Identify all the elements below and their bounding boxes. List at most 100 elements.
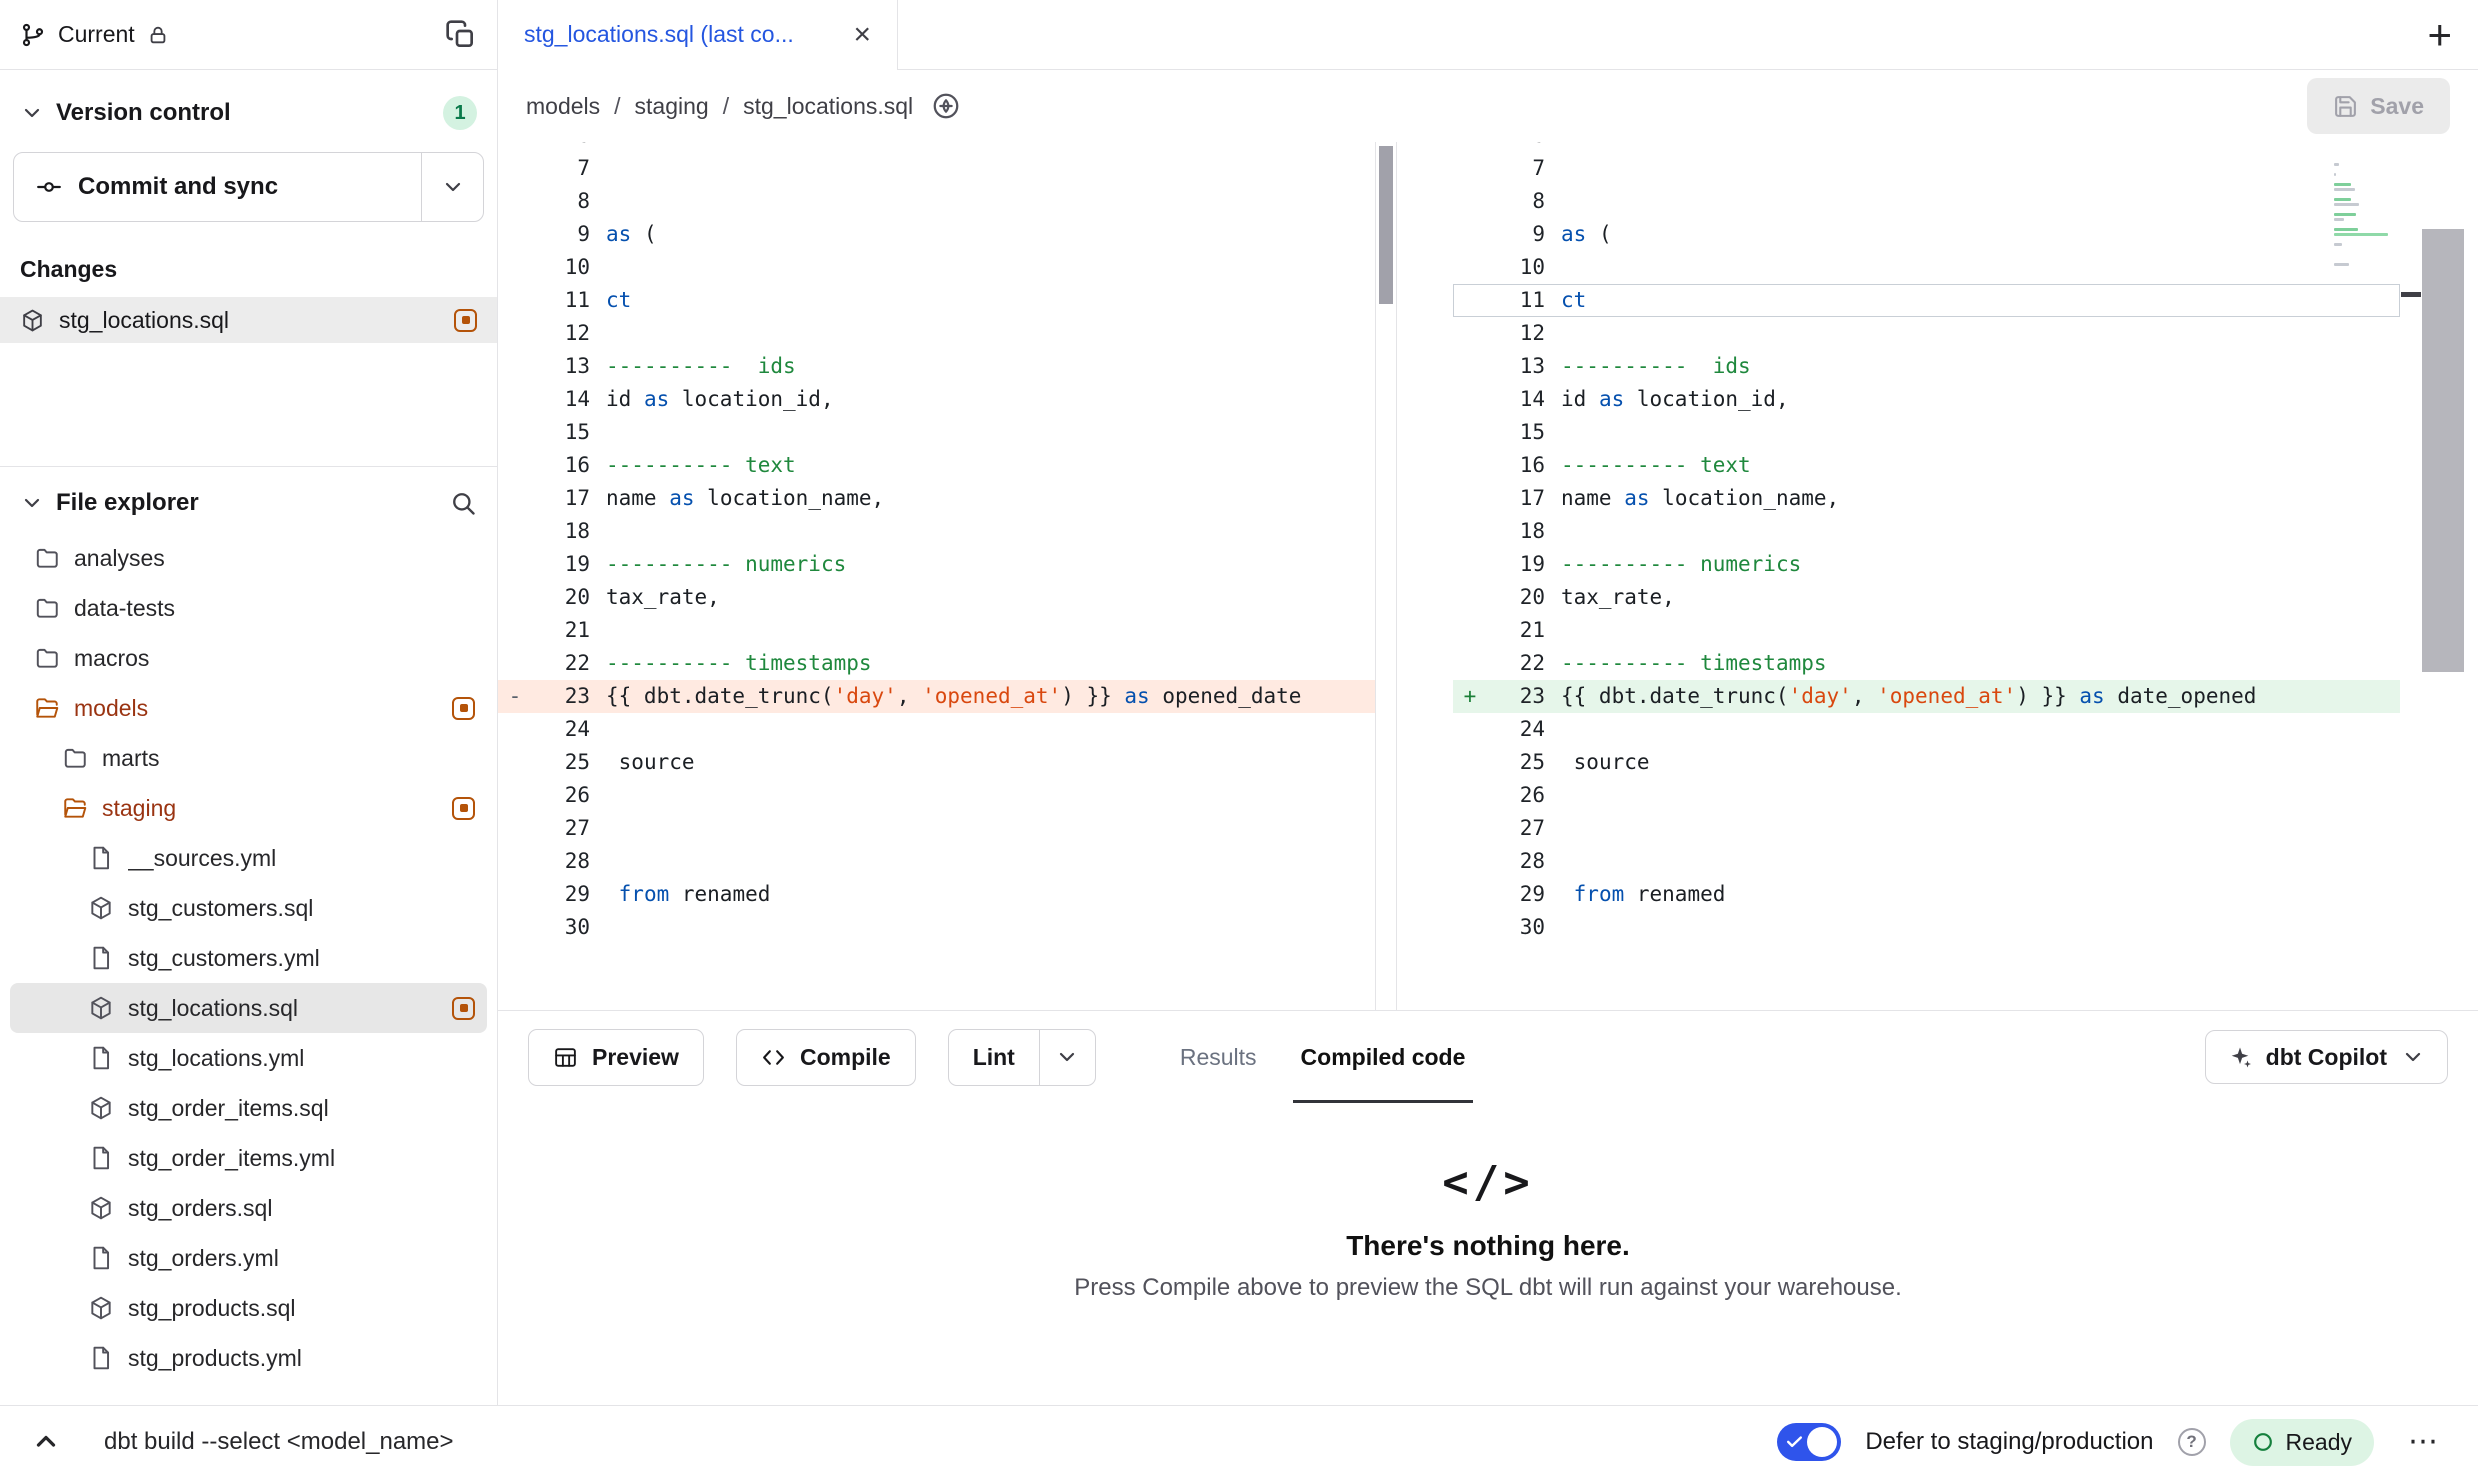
code-line-18[interactable]: 18 xyxy=(1453,515,2400,548)
code-line-30[interactable]: 30 xyxy=(1453,911,2400,944)
code-line-25[interactable]: 25 from source xyxy=(498,746,1375,779)
line-number: 16 xyxy=(532,449,590,482)
breadcrumb-item[interactable]: staging xyxy=(635,93,709,120)
dbt-copilot-button[interactable]: dbt Copilot xyxy=(2205,1030,2448,1084)
commit-options-button[interactable] xyxy=(421,153,483,221)
file-explorer-item-staging[interactable]: staging xyxy=(10,783,487,833)
help-icon[interactable]: ? xyxy=(2178,1428,2206,1456)
code-line-9[interactable]: 9renamed as ( xyxy=(498,218,1375,251)
code-line-22[interactable]: 22 ---------- timestamps xyxy=(498,647,1375,680)
code-line-29[interactable]: 29select * from renamed xyxy=(1453,878,2400,911)
code-line-21[interactable]: 21 xyxy=(1453,614,2400,647)
code-line-20[interactable]: 20 tax_rate, xyxy=(1453,581,2400,614)
lint-button[interactable]: Lint xyxy=(949,1030,1039,1085)
code-line-7[interactable]: 7), xyxy=(498,152,1375,185)
code-line-11[interactable]: 11 select xyxy=(1453,284,2400,317)
code-line-12[interactable]: 12 xyxy=(498,317,1375,350)
code-line-22[interactable]: 22 ---------- timestamps xyxy=(1453,647,2400,680)
version-control-header[interactable]: Version control 1 xyxy=(0,70,497,150)
expand-command-bar-button[interactable] xyxy=(28,1424,64,1460)
file-explorer-item-stg-products-yml[interactable]: stg_products.yml xyxy=(10,1333,487,1383)
file-explorer-item-stg-order-items-sql[interactable]: stg_order_items.sql xyxy=(10,1083,487,1133)
code-line-15[interactable]: 15 xyxy=(1453,416,2400,449)
left-pane-scrollbar-thumb[interactable] xyxy=(1379,146,1393,304)
code-line-14[interactable]: 14 id as location_id, xyxy=(498,383,1375,416)
file-explorer-item-macros[interactable]: macros xyxy=(10,633,487,683)
file-explorer-item-stg-customers-sql[interactable]: stg_customers.sql xyxy=(10,883,487,933)
breadcrumb-item[interactable]: models xyxy=(526,93,600,120)
changed-file-row[interactable]: stg_locations.sql xyxy=(0,297,497,343)
code-line-12[interactable]: 12 xyxy=(1453,317,2400,350)
code-line-20[interactable]: 20 tax_rate, xyxy=(498,581,1375,614)
commit-and-sync-button[interactable]: Commit and sync xyxy=(13,152,484,222)
tab-stg-locations-sql[interactable]: stg_locations.sql (last co... × xyxy=(498,0,898,69)
code-line-13[interactable]: 13 ---------- ids xyxy=(498,350,1375,383)
file-explorer-item-data-tests[interactable]: data-tests xyxy=(10,583,487,633)
file-explorer-item-models[interactable]: models xyxy=(10,683,487,733)
search-icon[interactable] xyxy=(449,489,477,517)
code-line-18[interactable]: 18 xyxy=(498,515,1375,548)
code-line-17[interactable]: 17 name as location_name, xyxy=(498,482,1375,515)
copy-button[interactable] xyxy=(445,19,477,51)
editor-scrollbar-thumb[interactable] xyxy=(2422,229,2464,672)
code-line-27[interactable]: 27) xyxy=(1453,812,2400,845)
code-line-6[interactable]: 6 xyxy=(1453,142,2400,152)
code-line-30[interactable]: 30 xyxy=(498,911,1375,944)
code-line-17[interactable]: 17 name as location_name, xyxy=(1453,482,2400,515)
compile-button[interactable]: Compile xyxy=(736,1029,916,1086)
file-explorer-item-marts[interactable]: marts xyxy=(10,733,487,783)
code-line-10[interactable]: 10 xyxy=(1453,251,2400,284)
file-explorer-item-stg-orders-sql[interactable]: stg_orders.sql xyxy=(10,1183,487,1233)
file-explorer-item-stg-locations-sql[interactable]: stg_locations.sql xyxy=(10,983,487,1033)
file-explorer-item-stg-locations-yml[interactable]: stg_locations.yml xyxy=(10,1033,487,1083)
file-explorer-item-stg-order-items-yml[interactable]: stg_order_items.yml xyxy=(10,1133,487,1183)
environment-label[interactable]: Current xyxy=(58,21,135,48)
code-line-25[interactable]: 25 from source xyxy=(1453,746,2400,779)
code-line-16[interactable]: 16 ---------- text xyxy=(498,449,1375,482)
code-line-9[interactable]: 9renamed as ( xyxy=(1453,218,2400,251)
code-line-26[interactable]: 26 xyxy=(1453,779,2400,812)
file-explorer-item-stg-customers-yml[interactable]: stg_customers.yml xyxy=(10,933,487,983)
close-tab-icon[interactable]: × xyxy=(853,20,871,50)
command-input[interactable]: dbt build --select <model_name> xyxy=(104,1428,454,1456)
code-line-28[interactable]: 28 xyxy=(498,845,1375,878)
minimap[interactable] xyxy=(2334,146,2394,273)
new-tab-button[interactable]: + xyxy=(2427,14,2452,56)
code-line-19[interactable]: 19 ---------- numerics xyxy=(498,548,1375,581)
code-line-27[interactable]: 27) xyxy=(498,812,1375,845)
lint-options-button[interactable] xyxy=(1039,1030,1095,1085)
code-line-23[interactable]: +23 {{ dbt.date_trunc('day', 'opened_at'… xyxy=(1453,680,2400,713)
code-line-23[interactable]: -23 {{ dbt.date_trunc('day', 'opened_at'… xyxy=(498,680,1375,713)
code-line-29[interactable]: 29select * from renamed xyxy=(498,878,1375,911)
code-line-28[interactable]: 28 xyxy=(1453,845,2400,878)
code-line-6[interactable]: 6 xyxy=(498,142,1375,152)
code-line-8[interactable]: 8 xyxy=(1453,185,2400,218)
save-button[interactable]: Save xyxy=(2307,78,2450,134)
tab-compiled-code[interactable]: Compiled code xyxy=(1279,1011,1488,1103)
code-line-21[interactable]: 21 xyxy=(498,614,1375,647)
code-line-16[interactable]: 16 ---------- text xyxy=(1453,449,2400,482)
defer-toggle[interactable] xyxy=(1777,1423,1841,1461)
status-ready-badge[interactable]: Ready xyxy=(2230,1419,2374,1466)
file-explorer-header[interactable]: File explorer xyxy=(0,467,497,533)
code-line-14[interactable]: 14 id as location_id, xyxy=(1453,383,2400,416)
code-line-10[interactable]: 10 xyxy=(498,251,1375,284)
code-line-8[interactable]: 8 xyxy=(498,185,1375,218)
file-explorer-item-stg-orders-yml[interactable]: stg_orders.yml xyxy=(10,1233,487,1283)
breadcrumb-item[interactable]: stg_locations.sql xyxy=(743,93,913,120)
lineage-icon[interactable] xyxy=(931,91,961,121)
code-line-15[interactable]: 15 xyxy=(498,416,1375,449)
code-line-7[interactable]: 7), xyxy=(1453,152,2400,185)
code-line-11[interactable]: 11 select xyxy=(498,284,1375,317)
more-options-button[interactable]: ⋯ xyxy=(2398,1421,2450,1463)
code-line-24[interactable]: 24 xyxy=(1453,713,2400,746)
file-explorer-item--sources-yml[interactable]: __sources.yml xyxy=(10,833,487,883)
code-line-24[interactable]: 24 xyxy=(498,713,1375,746)
code-line-26[interactable]: 26 xyxy=(498,779,1375,812)
code-line-13[interactable]: 13 ---------- ids xyxy=(1453,350,2400,383)
file-explorer-item-analyses[interactable]: analyses xyxy=(10,533,487,583)
preview-button[interactable]: Preview xyxy=(528,1029,704,1086)
code-line-19[interactable]: 19 ---------- numerics xyxy=(1453,548,2400,581)
tab-results[interactable]: Results xyxy=(1158,1011,1279,1103)
file-explorer-item-stg-products-sql[interactable]: stg_products.sql xyxy=(10,1283,487,1333)
